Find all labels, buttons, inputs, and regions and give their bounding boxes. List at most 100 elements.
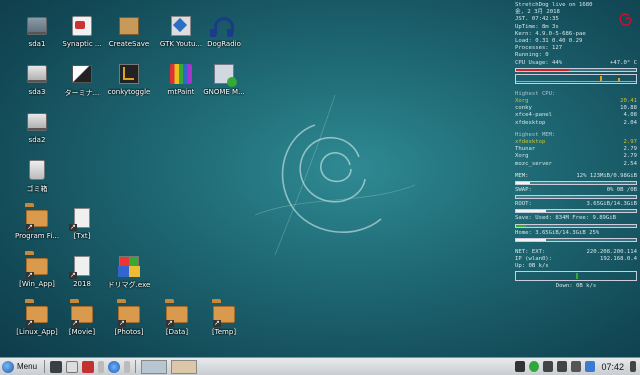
folder-link-icon	[213, 303, 235, 325]
battery-icon[interactable]	[571, 361, 582, 372]
conky-top-cpu-header: Highest CPU:	[515, 90, 556, 97]
taskbar-clock[interactable]: 07:42	[601, 362, 624, 372]
terminal-launcher-icon[interactable]	[50, 360, 63, 373]
root-bar	[515, 209, 637, 214]
desktop-icon-label: DogRadio	[207, 40, 241, 48]
exe-icon	[118, 255, 140, 277]
desktop-icon-label: [Txt]	[73, 232, 91, 240]
trash-icon	[26, 159, 48, 181]
conky-net-ext-row: NET: EXT: 220.208.200.114	[515, 248, 637, 255]
synaptic-icon	[71, 15, 93, 37]
folder-link-icon	[71, 303, 93, 325]
desktop-icon-label: sda2	[28, 136, 46, 144]
cpu-usage-bar	[515, 67, 637, 72]
top-cpu-row: xfdesktop 2.04	[515, 119, 637, 126]
folder-link-icon	[26, 303, 48, 325]
input-method-icon[interactable]	[585, 361, 596, 372]
file-link-icon	[71, 255, 93, 277]
clipboard-icon[interactable]	[515, 361, 526, 372]
file-link-icon	[71, 207, 93, 229]
conky-home-row: Home: 3.65GiB/14.3GiB 25%	[515, 229, 600, 236]
top-mem-row: mozc_server 2.54	[515, 160, 637, 167]
browser-launcher-icon[interactable]	[108, 360, 121, 373]
chevron-down-icon[interactable]	[98, 360, 105, 373]
conky-root-row: ROOT: 3.65GiB/14.3GiB	[515, 201, 637, 208]
puppy-logo-icon	[2, 360, 14, 373]
conky-load: Load: 0.31 0.40 0.29	[515, 38, 583, 45]
folder-link-icon	[26, 207, 48, 229]
conky-icon	[118, 63, 140, 85]
volume-icon[interactable]	[543, 361, 554, 372]
paint-crayons-icon	[170, 63, 192, 85]
conky-net-up: Up: 0B k/s	[515, 263, 549, 270]
desktop-icon-label: GNOME M...	[203, 88, 245, 96]
conky-cpu-usage: CPU Usage: 44%	[515, 59, 563, 66]
desktop-icon-label: CreateSave	[108, 40, 150, 48]
conky-cpu-row: CPU Usage: 44% +47.0° C	[515, 60, 637, 67]
workspace-1[interactable]	[141, 359, 168, 374]
desktop-icon-label: [Movie]	[68, 328, 96, 336]
top-cpu-row: conky 10.88	[515, 105, 637, 112]
workspace-2[interactable]	[171, 359, 198, 374]
conky-swap-row: SWAP: 0% 0B /0B	[515, 187, 637, 194]
desktop-icon-label: [Win_App]	[19, 280, 55, 288]
wifi-icon[interactable]	[557, 361, 568, 372]
mem-bar	[515, 181, 637, 186]
desktop-icon-label: ドリマグ.exe	[107, 281, 151, 289]
gnome-mplayer-icon	[213, 63, 235, 85]
system-tray: 07:42	[513, 359, 640, 375]
desktop-icon-label: [Photos]	[114, 328, 144, 336]
drive-icon	[26, 111, 48, 133]
chevron-down-icon[interactable]	[124, 360, 131, 373]
gtk-youtube-icon	[170, 15, 192, 37]
folder-link-icon	[118, 303, 140, 325]
paw-launcher-icon[interactable]	[82, 360, 95, 373]
conky-net-ip-row: IP (wlan0): 192.168.0.4	[515, 256, 637, 263]
conky-top-mem-header: Highest MEM:	[515, 131, 556, 138]
desktop-icon-label: Synaptic ...	[62, 40, 102, 48]
menu-button[interactable]: Menu	[0, 359, 41, 375]
shield-icon[interactable]	[529, 361, 540, 372]
conky-running: Running: 0	[515, 52, 549, 59]
file-manager-launcher-icon[interactable]	[66, 360, 79, 373]
debian-swirl-wallpaper	[255, 95, 415, 255]
conky-net-down: Down: 0B k/s	[555, 283, 597, 290]
conky-processes: Processes: 127	[515, 45, 563, 52]
save-bar	[515, 223, 637, 228]
taskbar: Menu 07:42	[0, 357, 640, 375]
desktop-icon-temp[interactable]: [Temp]	[193, 300, 255, 358]
top-mem-row: Thunar 2.79	[515, 146, 637, 153]
desktop-icon-label: mtPaint	[167, 88, 195, 96]
desktop-icon-label: sda3	[28, 88, 46, 96]
swap-bar	[515, 195, 637, 200]
terminal-icon	[71, 63, 93, 85]
desktop-icon-label: 2018	[73, 280, 91, 288]
desktop-icon-label: [Data]	[165, 328, 189, 336]
top-cpu-row: xfce4-panel 4.08	[515, 112, 637, 119]
cpu-history-graph	[515, 73, 637, 84]
desktop-icon-label: ターミナ...	[64, 89, 100, 97]
conky-cpu-temp: +47.0° C	[610, 59, 637, 66]
drive-icon	[26, 15, 48, 37]
cpu-usage-bar-fill	[516, 68, 569, 71]
headphones-icon	[213, 15, 235, 37]
desktop-icon-label: conkytoggle	[107, 88, 151, 96]
top-mem-row: xfdesktop 2.97	[515, 139, 637, 146]
package-box-icon	[118, 15, 140, 37]
desktop-icon-label: ゴミ箱	[26, 185, 48, 193]
top-mem-row: Xorg 2.79	[515, 153, 637, 160]
top-cpu-row: Xorg 20.41	[515, 98, 637, 105]
conky-save-row: Save: Used: 834M Free: 9.89GiB	[515, 215, 617, 222]
menu-label: Menu	[17, 362, 38, 371]
conky-monitor: StretchDog live on 1680 金, 2 3月 2018 JST…	[515, 2, 637, 291]
conky-mem-row: MEM: 12% 123MiB/0.98GiB	[515, 172, 637, 179]
desktop-icon-gnome-mplayer[interactable]: GNOME M...	[193, 60, 255, 118]
net-up-graph	[515, 271, 637, 282]
folder-link-icon	[166, 303, 188, 325]
debian-logo-icon	[619, 13, 632, 26]
home-bar	[515, 237, 637, 242]
desktop-icon-label: [Temp]	[211, 328, 237, 336]
desktop-icon-label: sda1	[28, 40, 46, 48]
folder-link-icon	[26, 255, 48, 277]
show-desktop-icon[interactable]	[630, 361, 636, 372]
